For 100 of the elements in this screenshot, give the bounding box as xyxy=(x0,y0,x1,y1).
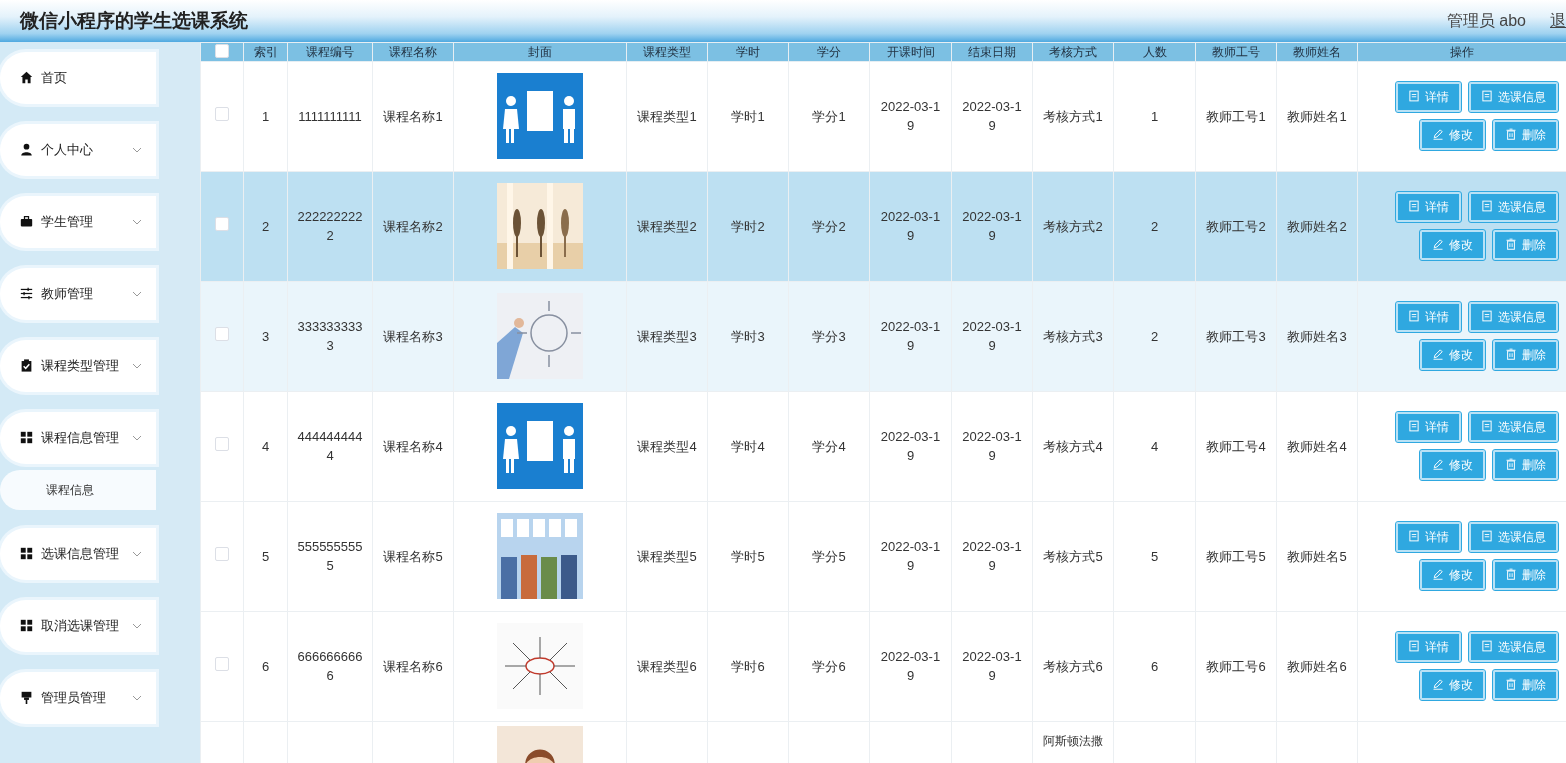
action-button[interactable]: 修改 xyxy=(1420,230,1485,261)
table-cell: 2022-03-19 xyxy=(962,209,1022,244)
table-cell: 教师工号2 xyxy=(1206,218,1266,234)
document-icon xyxy=(1481,310,1493,323)
action-button[interactable]: 修改 xyxy=(1420,560,1485,591)
sidebar-item[interactable]: 选课信息管理 xyxy=(0,528,156,580)
trash-icon xyxy=(1505,568,1517,581)
sidebar-item[interactable]: 取消选课管理 xyxy=(0,600,156,652)
action-button[interactable]: 删除 xyxy=(1493,670,1558,701)
action-button[interactable]: 详情 xyxy=(1396,82,1461,113)
table-cell: 教师姓名1 xyxy=(1287,108,1347,124)
document-icon xyxy=(1408,530,1420,543)
action-button[interactable]: 修改 xyxy=(1420,120,1485,151)
column-header: 学时 xyxy=(707,42,789,62)
trash-icon xyxy=(1505,348,1517,361)
document-icon xyxy=(1481,530,1493,543)
action-button[interactable]: 详情 xyxy=(1396,632,1461,663)
table-cell: 学分3 xyxy=(812,328,846,344)
row-checkbox[interactable] xyxy=(215,546,229,561)
column-header: 操作 xyxy=(1357,42,1566,62)
table-cell: 课程名称2 xyxy=(383,218,443,234)
action-button[interactable]: 删除 xyxy=(1493,560,1558,591)
submenu-item[interactable]: 课程信息 xyxy=(0,470,156,510)
document-icon xyxy=(1481,90,1493,103)
header-checkbox[interactable] xyxy=(215,44,229,58)
table-cell: 考核方式5 xyxy=(1043,548,1103,564)
table-cell: 学分1 xyxy=(812,108,846,124)
action-button[interactable]: 修改 xyxy=(1420,450,1485,481)
document-icon xyxy=(1408,640,1420,653)
sidebar-item[interactable]: 课程信息管理 xyxy=(0,412,156,464)
table-cell: 2022-03-19 xyxy=(962,429,1022,464)
action-button[interactable]: 详情 xyxy=(1396,192,1461,223)
table-cell: 课程类型6 xyxy=(637,658,697,674)
table-cell: 教师姓名2 xyxy=(1287,218,1347,234)
row-checkbox[interactable] xyxy=(215,656,229,671)
home-icon xyxy=(20,71,33,85)
table-cell: 课程名称3 xyxy=(383,328,443,344)
sidebar-item[interactable]: 个人中心 xyxy=(0,124,156,176)
table-cell: 学时1 xyxy=(731,108,765,124)
column-header: 人数 xyxy=(1113,42,1196,62)
table-cell: 6666666666 xyxy=(297,649,363,684)
action-button[interactable]: 删除 xyxy=(1493,120,1558,151)
action-button[interactable]: 删除 xyxy=(1493,230,1558,261)
table-cell: 5 xyxy=(261,548,270,564)
action-button[interactable]: 选课信息 xyxy=(1469,302,1558,333)
app-title: 微信小程序的学生选课系统 xyxy=(20,8,248,33)
document-icon xyxy=(1408,200,1420,213)
action-button[interactable]: 选课信息 xyxy=(1469,82,1558,113)
table-cell: 2022-03-19 xyxy=(962,539,1022,574)
table-cell: 2022-03-19 xyxy=(880,649,941,684)
action-button[interactable]: 选课信息 xyxy=(1469,412,1558,443)
row-checkbox[interactable] xyxy=(215,106,229,121)
table-cell: 考核方式4 xyxy=(1043,438,1103,454)
action-button[interactable]: 选课信息 xyxy=(1469,632,1558,663)
table-cell: 学分6 xyxy=(812,658,846,674)
table-cell: 课程类型1 xyxy=(637,108,697,124)
action-button[interactable]: 选课信息 xyxy=(1469,522,1558,553)
table-cell: 6 xyxy=(261,658,270,674)
logout-link[interactable]: 退 xyxy=(1550,9,1566,33)
table-cell: 课程类型2 xyxy=(637,218,697,234)
grid-icon xyxy=(20,431,33,445)
row-checkbox[interactable] xyxy=(215,216,229,231)
action-button[interactable]: 选课信息 xyxy=(1469,192,1558,223)
table-cell: 教师工号1 xyxy=(1206,108,1266,124)
action-button[interactable]: 修改 xyxy=(1420,340,1485,371)
table-cell: 考核方式3 xyxy=(1043,328,1103,344)
sidebar-item[interactable]: 学生管理 xyxy=(0,196,156,248)
table-cell: 教师姓名3 xyxy=(1287,328,1347,344)
row-checkbox[interactable] xyxy=(215,326,229,341)
table-cell: 3 xyxy=(261,328,270,344)
action-button[interactable]: 详情 xyxy=(1396,302,1461,333)
action-button[interactable]: 详情 xyxy=(1396,522,1461,553)
table-cell: 5555555555 xyxy=(297,539,363,574)
action-button[interactable]: 删除 xyxy=(1493,450,1558,481)
table-cell: 学时3 xyxy=(731,328,765,344)
row-checkbox[interactable] xyxy=(215,436,229,451)
pencil-icon xyxy=(1432,238,1444,251)
user-label: 管理员 abo xyxy=(1446,11,1526,31)
sidebar-item[interactable]: 管理员管理 xyxy=(0,672,156,724)
table-cell: 课程名称5 xyxy=(383,548,443,564)
column-header: 封面 xyxy=(453,42,627,62)
table-cell: 教师工号5 xyxy=(1206,548,1266,564)
grid-icon xyxy=(20,619,33,633)
table-cell: 课程类型4 xyxy=(637,438,697,454)
table-cell: 教师姓名4 xyxy=(1287,438,1347,454)
pencil-icon xyxy=(1432,458,1444,471)
table-cell: 学时5 xyxy=(731,548,765,564)
action-button[interactable]: 删除 xyxy=(1493,340,1558,371)
sidebar-item[interactable]: 首页 xyxy=(0,52,156,104)
table-cell: 教师姓名5 xyxy=(1287,548,1347,564)
pushpin-icon xyxy=(20,691,33,705)
pencil-icon xyxy=(1432,568,1444,581)
action-button[interactable]: 修改 xyxy=(1420,670,1485,701)
table-cell: 考核方式1 xyxy=(1043,108,1103,124)
table-cell: 2022-03-19 xyxy=(962,99,1022,134)
action-button[interactable]: 详情 xyxy=(1396,412,1461,443)
table-cell: 3333333333 xyxy=(297,319,363,354)
sidebar-item[interactable]: 教师管理 xyxy=(0,268,156,320)
sidebar-item[interactable]: 课程类型管理 xyxy=(0,340,156,392)
table-cell: 2 xyxy=(1150,218,1159,234)
